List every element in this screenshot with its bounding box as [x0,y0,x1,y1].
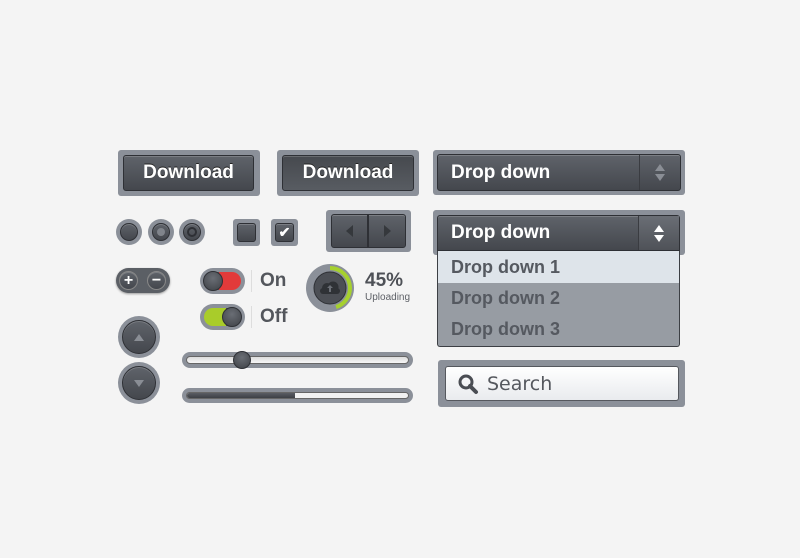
prev-button[interactable] [331,214,368,248]
dropdown-label: Drop down [451,161,551,183]
search-input[interactable]: Search [445,366,679,401]
progress-bar [182,388,413,403]
checkbox-checked[interactable]: ✔ [271,219,298,246]
dropdown-label: Drop down [451,222,551,243]
slider-handle[interactable] [233,351,252,369]
download-button-pressed[interactable]: Download [282,155,414,191]
zoom-stepper: + − [116,268,170,293]
download-button[interactable]: Download [123,155,254,191]
next-button[interactable] [368,214,406,248]
dropdown-closed-frame: Drop down [433,150,685,195]
toggle-on-label: On [260,270,287,291]
plus-button[interactable]: + [119,271,138,290]
pager-frame [326,210,411,252]
download-button-frame: Download [118,150,260,196]
up-button[interactable] [118,316,160,358]
toggle-off[interactable] [200,304,245,330]
minus-button[interactable]: − [147,271,166,290]
chevron-left-icon [346,225,353,237]
arrow-down-icon [134,379,144,387]
upload-progress-ring [306,264,354,312]
down-button[interactable] [118,362,160,404]
chevron-right-icon [383,225,391,237]
updown-arrows-icon [638,216,679,250]
dropdown-menu: Drop down 1 Drop down 2 Drop down 3 [437,251,680,347]
checkbox-unchecked[interactable] [233,219,260,246]
upload-status: Uploading [365,292,411,303]
toggle-off-label: Off [260,306,288,327]
progress-fill [187,393,296,398]
dropdown-option[interactable]: Drop down 2 [438,282,679,314]
upload-percent: 45% [365,270,404,291]
radio-dot[interactable] [148,219,174,245]
slider[interactable] [182,351,413,369]
dropdown-option[interactable]: Drop down 3 [438,313,679,345]
arrow-up-icon [134,333,144,341]
search-frame: Search [438,360,685,407]
checkmark-icon: ✔ [275,223,294,242]
updown-arrows-icon [639,155,680,190]
download-button-pressed-frame: Download [277,150,419,196]
search-placeholder: Search [487,372,553,395]
dropdown-closed[interactable]: Drop down [437,154,681,191]
dropdown-option[interactable]: Drop down 1 [438,251,679,283]
toggle-on[interactable] [200,268,245,294]
search-icon [458,374,478,394]
divider [251,306,252,328]
radio-empty[interactable] [116,219,142,245]
dropdown-open[interactable]: Drop down [437,215,680,251]
radio-ring[interactable] [179,219,205,245]
divider [251,270,252,292]
